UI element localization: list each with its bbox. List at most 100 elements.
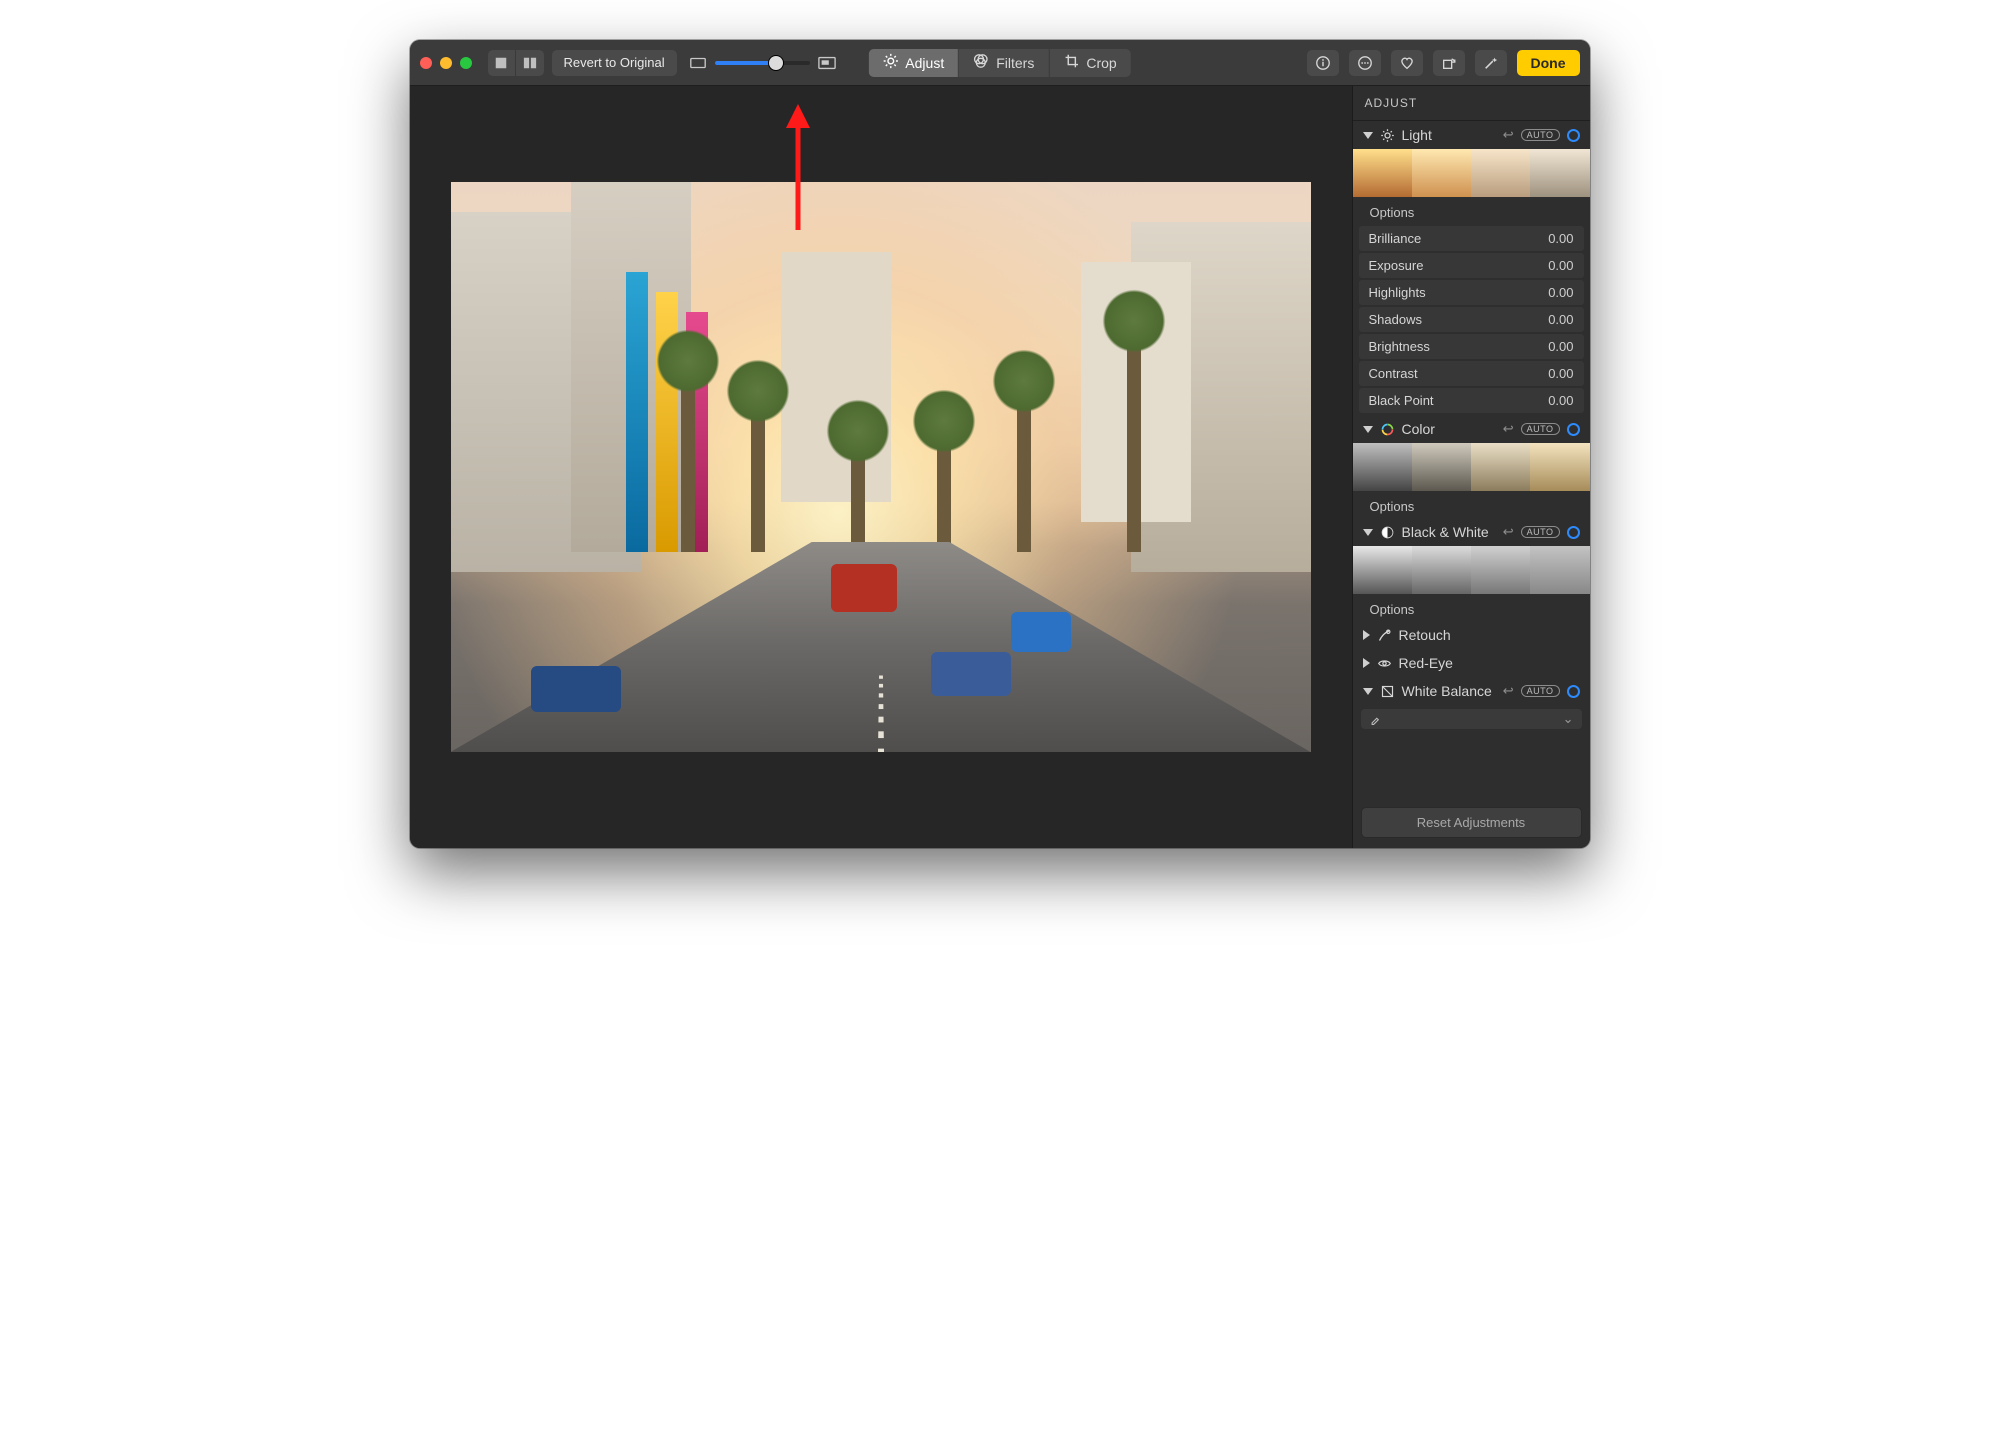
color-options-header[interactable]: Options: [1353, 495, 1590, 518]
eyedropper-icon: [1369, 712, 1383, 726]
disclosure-triangle-icon: [1363, 630, 1370, 640]
enable-ring-icon[interactable]: [1567, 129, 1580, 142]
panel-color-header[interactable]: Color ↩︎ AUTO: [1353, 415, 1590, 443]
options-label: Options: [1370, 205, 1415, 220]
light-thumbnails[interactable]: [1353, 149, 1590, 201]
zoom-out-icon: [689, 56, 707, 70]
slider-value: 0.00: [1548, 393, 1573, 408]
auto-enhance-button[interactable]: [1475, 50, 1507, 76]
color-wheel-icon: [1380, 422, 1395, 437]
window-traffic-lights: [420, 57, 472, 69]
light-slider-row[interactable]: Exposure0.00: [1359, 253, 1584, 278]
light-slider-row[interactable]: Contrast0.00: [1359, 361, 1584, 386]
fullscreen-window-button[interactable]: [460, 57, 472, 69]
slider-value: 0.00: [1548, 366, 1573, 381]
favorite-button[interactable]: [1391, 50, 1423, 76]
tab-adjust[interactable]: Adjust: [868, 49, 959, 77]
slider-label: Brilliance: [1369, 231, 1422, 246]
rotate-icon: [1441, 55, 1457, 71]
slider-label: Brightness: [1369, 339, 1430, 354]
reset-adjustments-button[interactable]: Reset Adjustments: [1361, 807, 1582, 838]
zoom-slider-fill: [715, 61, 777, 65]
slider-label: Shadows: [1369, 312, 1422, 327]
bw-icon: [1380, 525, 1395, 540]
info-button[interactable]: [1307, 50, 1339, 76]
panel-redeye-header[interactable]: Red-Eye: [1353, 649, 1590, 677]
photos-edit-window: Revert to Original Adjust: [410, 40, 1590, 848]
auto-badge[interactable]: AUTO: [1521, 685, 1560, 697]
zoom-slider-thumb[interactable]: [769, 56, 783, 70]
bw-options-header[interactable]: Options: [1353, 598, 1590, 621]
view-mode-segmented[interactable]: [488, 50, 544, 76]
ellipsis-icon: [1357, 55, 1373, 71]
bw-thumbnails[interactable]: [1353, 546, 1590, 598]
minimize-window-button[interactable]: [440, 57, 452, 69]
options-label: Options: [1370, 602, 1415, 617]
color-thumbnails[interactable]: [1353, 443, 1590, 495]
light-options-header[interactable]: Options: [1353, 201, 1590, 224]
revert-to-original-button[interactable]: Revert to Original: [552, 50, 677, 76]
photo-canvas[interactable]: [410, 86, 1352, 848]
done-label: Done: [1531, 55, 1566, 71]
tab-adjust-label: Adjust: [905, 55, 944, 71]
undo-icon[interactable]: ↩︎: [1503, 524, 1514, 540]
slider-value: 0.00: [1548, 285, 1573, 300]
auto-badge[interactable]: AUTO: [1521, 129, 1560, 141]
enable-ring-icon[interactable]: [1567, 423, 1580, 436]
panel-wb-header[interactable]: White Balance ↩︎ AUTO: [1353, 677, 1590, 705]
auto-badge[interactable]: AUTO: [1521, 423, 1560, 435]
light-slider-row[interactable]: Black Point 0.00: [1359, 388, 1584, 413]
eye-icon: [1377, 656, 1392, 671]
undo-icon[interactable]: ↩︎: [1503, 683, 1514, 699]
slider-label: Black Point: [1369, 393, 1434, 408]
zoom-control: [689, 56, 836, 70]
slider-label: Highlights: [1369, 285, 1426, 300]
tab-crop-label: Crop: [1086, 55, 1116, 71]
edited-photo: [451, 182, 1311, 752]
light-slider-row[interactable]: Brilliance 0.00: [1359, 226, 1584, 251]
enable-ring-icon[interactable]: [1567, 526, 1580, 539]
chevron-down-icon: ⌄: [1563, 711, 1574, 727]
done-button[interactable]: Done: [1517, 50, 1580, 76]
light-icon: [1380, 128, 1395, 143]
panel-light-header[interactable]: Light ↩︎ AUTO: [1353, 121, 1590, 149]
panel-retouch-label: Retouch: [1399, 627, 1580, 643]
close-window-button[interactable]: [420, 57, 432, 69]
compare-view-button[interactable]: [516, 50, 544, 76]
panel-retouch-header[interactable]: Retouch: [1353, 621, 1590, 649]
inspector-scroll[interactable]: Light ↩︎ AUTO Options Brilliance0.00Expo…: [1353, 121, 1590, 799]
tab-filters[interactable]: Filters: [959, 49, 1049, 77]
panel-color-label: Color: [1402, 421, 1496, 437]
slider-value: 0.00: [1548, 339, 1573, 354]
single-view-button[interactable]: [488, 50, 516, 76]
tab-crop[interactable]: Crop: [1049, 49, 1130, 77]
light-sliders: Brilliance0.00Exposure0.00Highlights0.00…: [1353, 226, 1590, 413]
slider-value: 0.00: [1548, 312, 1573, 327]
reset-adjustments-label: Reset Adjustments: [1417, 815, 1525, 830]
zoom-in-icon: [818, 56, 836, 70]
enable-ring-icon[interactable]: [1567, 685, 1580, 698]
zoom-slider[interactable]: [715, 61, 810, 65]
panel-wb-label: White Balance: [1402, 683, 1496, 699]
adjust-icon: [882, 53, 898, 72]
more-button[interactable]: [1349, 50, 1381, 76]
light-slider-row[interactable]: Shadows 0.00: [1359, 307, 1584, 332]
auto-badge[interactable]: AUTO: [1521, 526, 1560, 538]
light-slider-row[interactable]: Highlights 0.00: [1359, 280, 1584, 305]
crop-icon: [1063, 53, 1079, 72]
panel-redeye-label: Red-Eye: [1399, 655, 1580, 671]
rotate-button[interactable]: [1433, 50, 1465, 76]
filters-icon: [973, 53, 989, 72]
edit-mode-tabs: Adjust Filters Crop: [868, 49, 1130, 77]
panel-bw-label: Black & White: [1402, 524, 1496, 540]
disclosure-triangle-icon: [1363, 688, 1373, 695]
undo-icon[interactable]: ↩︎: [1503, 421, 1514, 437]
inspector-title: ADJUST: [1353, 86, 1590, 121]
adjust-inspector: ADJUST Light ↩︎ AUTO Options: [1352, 86, 1590, 848]
slider-value: 0.00: [1548, 231, 1573, 246]
slider-value: 0.00: [1548, 258, 1573, 273]
panel-bw-header[interactable]: Black & White ↩︎ AUTO: [1353, 518, 1590, 546]
undo-icon[interactable]: ↩︎: [1503, 127, 1514, 143]
light-slider-row[interactable]: Brightness 0.00: [1359, 334, 1584, 359]
wb-mode-popup[interactable]: ⌄: [1361, 709, 1582, 729]
